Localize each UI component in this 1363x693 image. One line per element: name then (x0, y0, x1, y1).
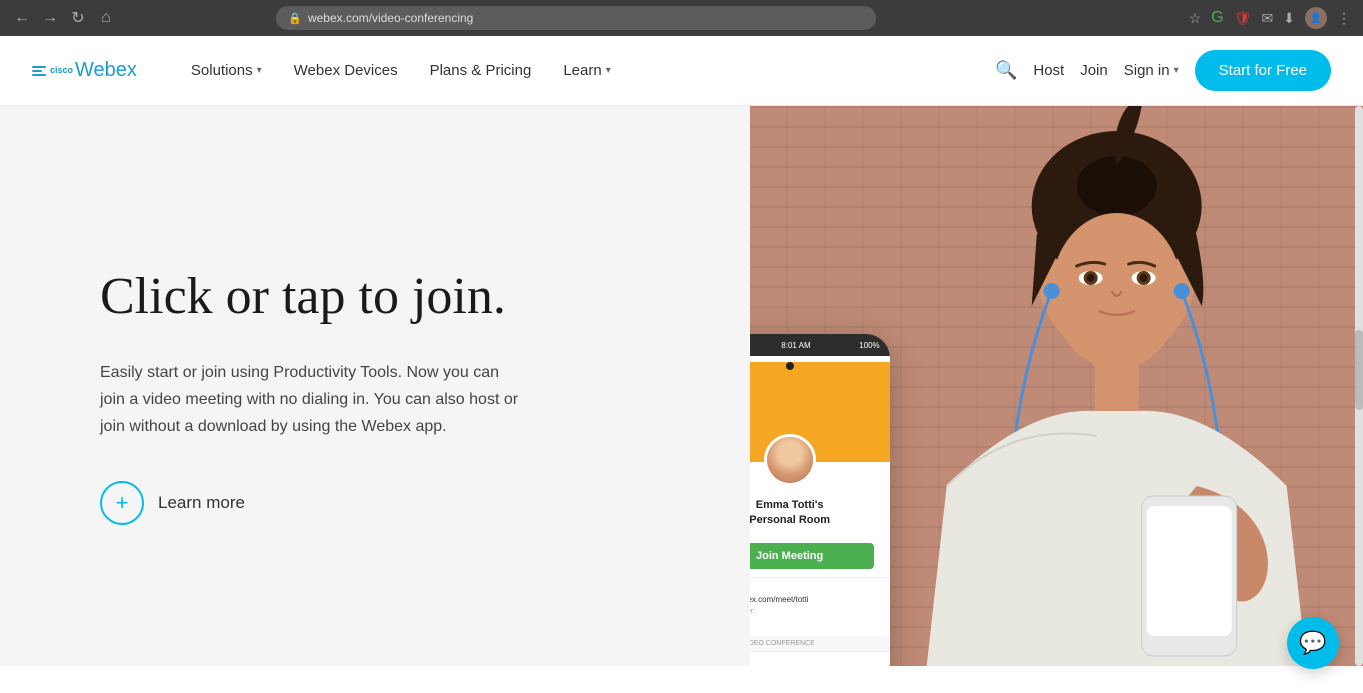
hero-description: Easily start or join using Productivity … (100, 359, 520, 441)
browser-chrome: ← → ↻ ⌂ 🔒 webex.com/video-conferencing ☆… (0, 0, 1363, 36)
refresh-button[interactable]: ↻ (68, 8, 88, 28)
phone-url-value: http://go.webex.com/meet/totti (750, 595, 878, 604)
phone-number-label: Meeting Number: (750, 608, 878, 615)
phone-camera-icon (786, 362, 794, 370)
email-icon[interactable]: ✉ (1262, 10, 1274, 27)
nav-webex-devices[interactable]: Webex Devices (280, 54, 412, 87)
nav-links: Solutions ▾ Webex Devices Plans & Pricin… (177, 54, 995, 87)
cisco-bars-icon (32, 66, 46, 76)
phone-user-info: Emma Totti's Personal Room (750, 494, 890, 535)
nav-join-link[interactable]: Join (1080, 62, 1108, 79)
phone-mockup: Webex ◈ 8:01 AM 100% Emma Totti's Person… (750, 334, 890, 666)
nav-signin-link[interactable]: Sign in ▾ (1124, 62, 1179, 79)
phone-dial-details: Dial totti@go.webex.com (750, 651, 890, 666)
hero-right-image: Webex ◈ 8:01 AM 100% Emma Totti's Person… (750, 106, 1363, 666)
extensions-icon[interactable]: G (1211, 9, 1223, 27)
logo-cisco-text: cisco (50, 66, 73, 75)
phone-join-button[interactable]: Join Meeting (750, 543, 874, 569)
download-icon[interactable]: ⬇ (1283, 10, 1295, 27)
phone-avatar (764, 434, 816, 486)
nav-host-link[interactable]: Host (1033, 62, 1064, 79)
nav-learn[interactable]: Learn ▾ (549, 54, 624, 87)
solutions-chevron-icon: ▾ (257, 65, 262, 76)
chat-support-button[interactable]: 💬 (1287, 617, 1339, 669)
signin-chevron-icon: ▾ (1174, 65, 1179, 76)
logo-webex-text: Webex (75, 59, 137, 82)
menu-icon[interactable]: ⋮ (1337, 10, 1351, 27)
phone-details: Meeting URL: http://go.webex.com/meet/to… (750, 577, 890, 632)
learn-chevron-icon: ▾ (606, 65, 611, 76)
hero-left-content: Click or tap to join. Easily start or jo… (0, 106, 750, 666)
forward-button[interactable]: → (40, 8, 60, 28)
navbar: cisco Webex Solutions ▾ Webex Devices Pl… (0, 36, 1363, 106)
url-bar[interactable]: 🔒 webex.com/video-conferencing (276, 6, 876, 30)
phone-video-section: JOIN FROM VIDEO CONFERENCE (750, 636, 890, 651)
nav-solutions[interactable]: Solutions ▾ (177, 54, 276, 87)
home-button[interactable]: ⌂ (96, 8, 116, 28)
phone-header (750, 362, 890, 462)
logo[interactable]: cisco Webex (32, 59, 137, 82)
learn-more-button[interactable]: + Learn more (100, 481, 690, 525)
phone-status-bar: Webex ◈ 8:01 AM 100% (750, 334, 890, 356)
url-text: webex.com/video-conferencing (308, 11, 473, 25)
star-icon[interactable]: ☆ (1189, 10, 1202, 27)
phone-url-label: Meeting URL: (750, 588, 878, 595)
search-icon[interactable]: 🔍 (995, 60, 1017, 81)
learn-more-text: Learn more (158, 493, 245, 513)
avatar-icon[interactable]: 👤 (1305, 7, 1327, 29)
start-for-free-button[interactable]: Start for Free (1195, 50, 1331, 91)
scrollbar-thumb[interactable] (1355, 330, 1363, 410)
phone-dial-label: Dial (750, 662, 878, 666)
phone-time: 8:01 AM (781, 341, 810, 350)
hero-title: Click or tap to join. (100, 267, 690, 327)
nav-right: 🔍 Host Join Sign in ▾ Start for Free (995, 50, 1331, 91)
hero-section: Click or tap to join. Easily start or jo… (0, 106, 1363, 666)
phone-battery: 100% (859, 341, 879, 350)
browser-actions: ☆ G 🛡 ✉ ⬇ 👤 ⋮ (1189, 7, 1351, 29)
phone-user-name: Emma Totti's (750, 498, 878, 512)
phone-user-room: Personal Room (750, 513, 878, 527)
back-button[interactable]: ← (12, 8, 32, 28)
avatar-image (767, 437, 813, 483)
phone-number-value: 154 151 941 (750, 615, 878, 624)
learn-more-circle-icon: + (100, 481, 144, 525)
nav-plans-pricing[interactable]: Plans & Pricing (416, 54, 546, 87)
chat-icon: 💬 (1299, 630, 1326, 656)
extensions2-icon[interactable]: 🛡 (1234, 10, 1252, 27)
scrollbar[interactable] (1355, 106, 1363, 666)
